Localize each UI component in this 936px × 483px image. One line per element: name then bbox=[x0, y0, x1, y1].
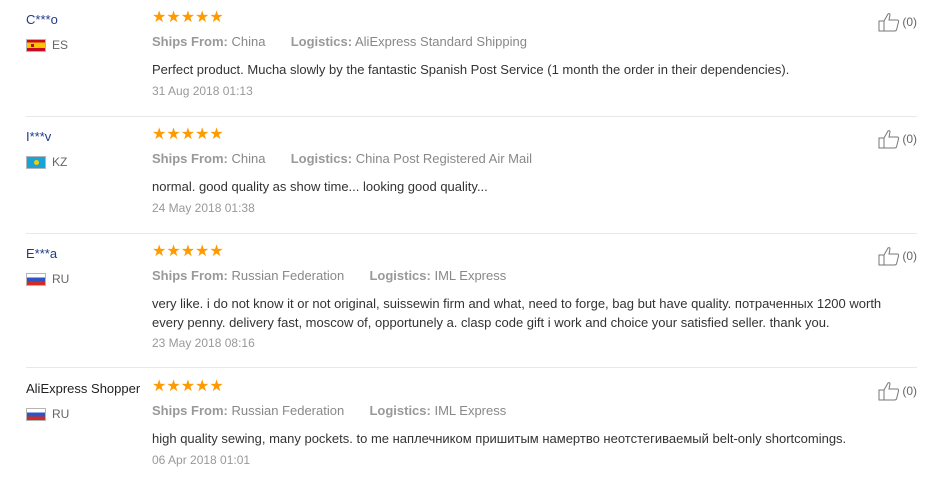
star-icon: ★ bbox=[195, 243, 210, 260]
review-date: 23 May 2018 08:16 bbox=[152, 336, 255, 350]
reviewer-name: E***a bbox=[26, 246, 58, 261]
review-date: 24 May 2018 01:38 bbox=[152, 201, 255, 215]
star-icon: ★ bbox=[166, 378, 181, 395]
spain-flag-icon bbox=[26, 38, 46, 52]
star-icon: ★ bbox=[180, 126, 196, 143]
helpful-count: (0) bbox=[902, 15, 917, 29]
thumbs-up-icon[interactable] bbox=[878, 12, 900, 32]
country-code: ES bbox=[52, 38, 69, 52]
ships-from-label: Ships From: bbox=[152, 268, 228, 283]
review-item: AliExpress Shopper RU ★ ★ ★ ★ ★ Ships From: … bbox=[26, 379, 917, 479]
star-rating: ★ ★ ★ ★ ★ bbox=[152, 127, 224, 143]
star-rating: ★ ★ ★ ★ ★ bbox=[152, 379, 224, 395]
star-icon: ★ bbox=[209, 9, 224, 26]
logistics-label: Logistics: bbox=[290, 151, 353, 166]
review-text: normal. good quality as show time... loo… bbox=[152, 179, 488, 194]
star-icon: ★ bbox=[152, 378, 167, 395]
star-rating: ★ ★ ★ ★ ★ bbox=[152, 10, 224, 26]
logistics-value: AliExpress Standard Shipping bbox=[355, 34, 527, 49]
shipping-info: Ships From: China Logistics: AliExpress … bbox=[152, 34, 527, 49]
star-icon: ★ bbox=[180, 378, 196, 395]
review-text: high quality sewing, many pockets. to me… bbox=[152, 431, 847, 446]
reviewer-name: C***o bbox=[26, 12, 58, 27]
star-icon: ★ bbox=[195, 126, 210, 143]
ships-from-value: Russian Federation bbox=[231, 403, 345, 418]
reviewer-country: KZ bbox=[26, 155, 67, 169]
reviewer-country: RU bbox=[26, 407, 69, 421]
thumbs-up-icon[interactable] bbox=[878, 381, 900, 401]
logistics-value: China Post Registered Air Mail bbox=[355, 151, 533, 166]
country-code: RU bbox=[52, 407, 70, 421]
ships-from-value: China bbox=[231, 34, 266, 49]
ships-from-label: Ships From: bbox=[152, 151, 228, 166]
review-item: C***o ES ★ ★ ★ ★ ★ Ships From: China Logisti… bbox=[26, 10, 917, 117]
logistics-value: IML Express bbox=[434, 268, 507, 283]
star-icon: ★ bbox=[195, 9, 210, 26]
shipping-info: Ships From: China Logistics: China Post … bbox=[152, 151, 532, 166]
reviewer-country: ES bbox=[26, 38, 68, 52]
thumbs-up-icon[interactable] bbox=[878, 246, 900, 266]
helpful-button[interactable]: (0) bbox=[878, 246, 917, 266]
ships-from-value: China bbox=[231, 151, 266, 166]
country-code: RU bbox=[52, 272, 70, 286]
helpful-count: (0) bbox=[902, 249, 917, 263]
shipping-info: Ships From: Russian Federation Logistics… bbox=[152, 268, 506, 283]
star-rating: ★ ★ ★ ★ ★ bbox=[152, 244, 224, 260]
review-text: very like. i do not know it or not origi… bbox=[152, 296, 882, 330]
ships-from-label: Ships From: bbox=[152, 403, 228, 418]
star-icon: ★ bbox=[152, 126, 167, 143]
shipping-info: Ships From: Russian Federation Logistics… bbox=[152, 403, 506, 418]
star-icon: ★ bbox=[180, 9, 196, 26]
ships-from-value: Russian Federation bbox=[231, 268, 345, 283]
reviewer-name: I***v bbox=[26, 129, 52, 144]
star-icon: ★ bbox=[166, 126, 181, 143]
review-date: 06 Apr 2018 01:01 bbox=[152, 453, 251, 467]
country-code: KZ bbox=[52, 155, 68, 169]
helpful-button[interactable]: (0) bbox=[878, 129, 917, 149]
russia-flag-icon bbox=[26, 272, 46, 286]
star-icon: ★ bbox=[180, 243, 196, 260]
star-icon: ★ bbox=[152, 243, 167, 260]
logistics-label: Logistics: bbox=[369, 268, 431, 283]
logistics-label: Logistics: bbox=[369, 403, 431, 418]
reviewer-country: RU bbox=[26, 272, 69, 286]
star-icon: ★ bbox=[209, 126, 224, 143]
helpful-button[interactable]: (0) bbox=[878, 381, 917, 401]
ships-from-label: Ships From: bbox=[152, 34, 228, 49]
star-icon: ★ bbox=[209, 378, 224, 395]
review-item: E***a RU ★ ★ ★ ★ ★ Ships From: Russian Feder… bbox=[26, 244, 917, 368]
star-icon: ★ bbox=[195, 378, 210, 395]
review-date: 31 Aug 2018 01:13 bbox=[152, 84, 253, 98]
reviewer-name: AliExpress Shopper bbox=[26, 381, 141, 396]
helpful-count: (0) bbox=[902, 384, 917, 398]
kazakhstan-flag-icon bbox=[26, 155, 46, 169]
helpful-button[interactable]: (0) bbox=[878, 12, 917, 32]
helpful-count: (0) bbox=[902, 132, 917, 146]
star-icon: ★ bbox=[152, 9, 167, 26]
logistics-label: Logistics: bbox=[290, 34, 353, 49]
review-text: Perfect product. Mucha slowly by the fan… bbox=[152, 62, 790, 77]
logistics-value: IML Express bbox=[434, 403, 507, 418]
russia-flag-icon bbox=[26, 407, 46, 421]
star-icon: ★ bbox=[209, 243, 224, 260]
star-icon: ★ bbox=[166, 9, 181, 26]
review-item: I***v KZ ★ ★ ★ ★ ★ Ships From: China Logisti… bbox=[26, 127, 917, 234]
thumbs-up-icon[interactable] bbox=[878, 129, 900, 149]
star-icon: ★ bbox=[166, 243, 181, 260]
